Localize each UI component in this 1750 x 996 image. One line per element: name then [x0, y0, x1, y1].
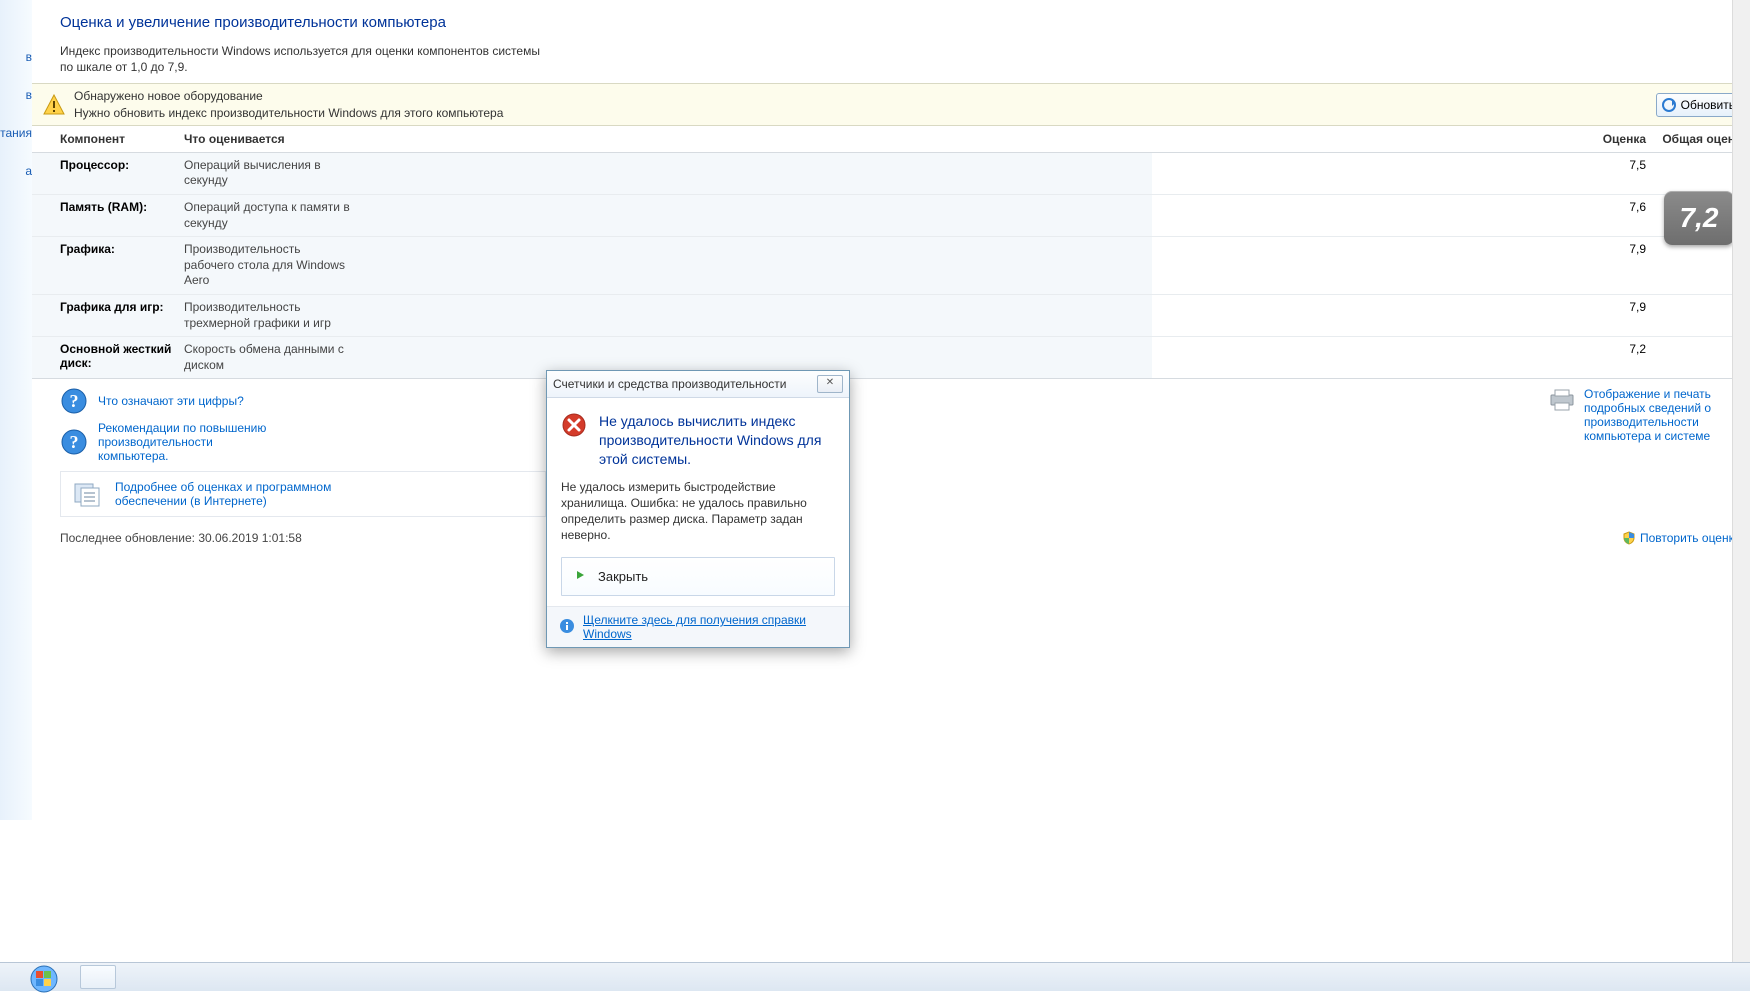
svg-text:?: ? [70, 391, 79, 411]
start-button[interactable] [24, 965, 64, 993]
warning-line2: Нужно обновить индекс производительности… [74, 105, 503, 121]
info-icon [559, 618, 575, 637]
main-panel: Оценка и увеличение производительности к… [32, 0, 1750, 820]
svg-text:?: ? [70, 432, 79, 452]
overall-score: 7,2 [1680, 202, 1719, 234]
sidebar-item[interactable]: тания [0, 126, 32, 140]
help-icon: ? [60, 428, 88, 456]
dialog-close-button[interactable]: ✕ [817, 375, 843, 393]
table-row: Процессор: Операций вычисления в секунду… [32, 153, 1750, 194]
dialog-close-action[interactable]: Закрыть [561, 557, 835, 596]
cell-component: Графика: [60, 242, 184, 289]
sidebar-item[interactable]: а [0, 164, 32, 178]
page-title: Оценка и увеличение производительности к… [60, 14, 1750, 31]
warning-line1: Обнаружено новое оборудование [74, 88, 503, 104]
software-details-link[interactable]: Подробнее об оценках и программном обесп… [115, 480, 335, 508]
error-dialog: Счетчики и средства производительности ✕… [546, 370, 850, 648]
dialog-headline: Не удалось вычислить индекс производител… [599, 412, 835, 469]
help-icon: ? [60, 387, 88, 415]
page-description: Индекс производительности Windows исполь… [60, 43, 540, 75]
warning-bar: Обнаружено новое оборудование Нужно обно… [32, 83, 1750, 125]
th-evaluated: Что оценивается [184, 132, 1586, 146]
table-row: Графика: Производительность рабочего сто… [32, 236, 1750, 294]
arrow-right-icon [574, 568, 588, 585]
table-row: Основной жесткий диск: Скорость обмена д… [32, 336, 1750, 378]
table-header: Компонент Что оценивается Оценка Общая о… [32, 126, 1750, 153]
sidebar: в в тания а [0, 0, 32, 820]
table-body: Процессор: Операций вычисления в секунду… [32, 153, 1750, 380]
th-score: Оценка [1586, 132, 1660, 146]
cell-component: Процессор: [60, 158, 184, 189]
cell-evaluated: Производительность рабочего стола для Wi… [184, 242, 354, 289]
cell-score: 7,5 [1586, 158, 1660, 189]
dialog-help-link[interactable]: Щелкните здесь для получения справки Win… [583, 613, 837, 641]
close-icon: ✕ [826, 377, 834, 388]
retry-link[interactable]: Повторить оценку [1622, 531, 1740, 545]
warning-icon [42, 93, 66, 117]
taskbar[interactable] [0, 962, 1750, 991]
error-icon [561, 412, 587, 469]
sidebar-item[interactable]: в [0, 88, 32, 102]
cell-evaluated: Операций вычисления в секунду [184, 158, 354, 189]
cell-score: 7,9 [1586, 300, 1660, 331]
last-updated: Последнее обновление: 30.06.2019 1:01:58 [60, 531, 302, 545]
taskbar-pin[interactable] [80, 965, 116, 989]
refresh-icon [1661, 97, 1677, 113]
scrollbar[interactable] [1732, 0, 1750, 963]
th-component: Компонент [60, 132, 184, 146]
dialog-close-label: Закрыть [598, 569, 648, 584]
what-numbers-link[interactable]: Что означают эти цифры? [98, 394, 244, 408]
print-details-link[interactable]: Отображение и печать подробных сведений … [1584, 387, 1738, 443]
cell-evaluated: Скорость обмена данными с диском [184, 342, 384, 373]
printer-icon [1548, 389, 1576, 411]
retry-label: Повторить оценку [1640, 531, 1740, 545]
dialog-message: Не удалось измерить быстродействие храни… [561, 479, 835, 544]
cell-component: Графика для игр: [60, 300, 184, 331]
table-row: Память (RAM): Операций доступа к памяти … [32, 194, 1750, 236]
cell-component: Основной жесткий диск: [60, 342, 184, 373]
table-row: Графика для игр: Производительность трех… [32, 294, 1750, 336]
software-details-box[interactable]: Подробнее об оценках и программном обесп… [60, 471, 546, 517]
sidebar-item[interactable]: в [0, 50, 32, 64]
recommendations-link[interactable]: Рекомендации по повышению производительн… [98, 421, 278, 463]
overall-score-badge: 7,2 [1664, 191, 1734, 251]
cell-score: 7,2 [1586, 342, 1660, 373]
cell-evaluated: Операций доступа к памяти в секунду [184, 200, 354, 231]
cell-evaluated: Производительность трехмерной графики и … [184, 300, 354, 331]
refresh-button[interactable]: Обновить [1656, 93, 1744, 117]
shield-icon [1622, 531, 1636, 545]
dialog-title: Счетчики и средства производительности [553, 377, 786, 391]
refresh-label: Обновить [1681, 98, 1735, 112]
cell-score: 7,9 [1586, 242, 1660, 289]
software-icon [73, 480, 101, 508]
cell-score: 7,6 [1586, 200, 1660, 231]
cell-component: Память (RAM): [60, 200, 184, 231]
